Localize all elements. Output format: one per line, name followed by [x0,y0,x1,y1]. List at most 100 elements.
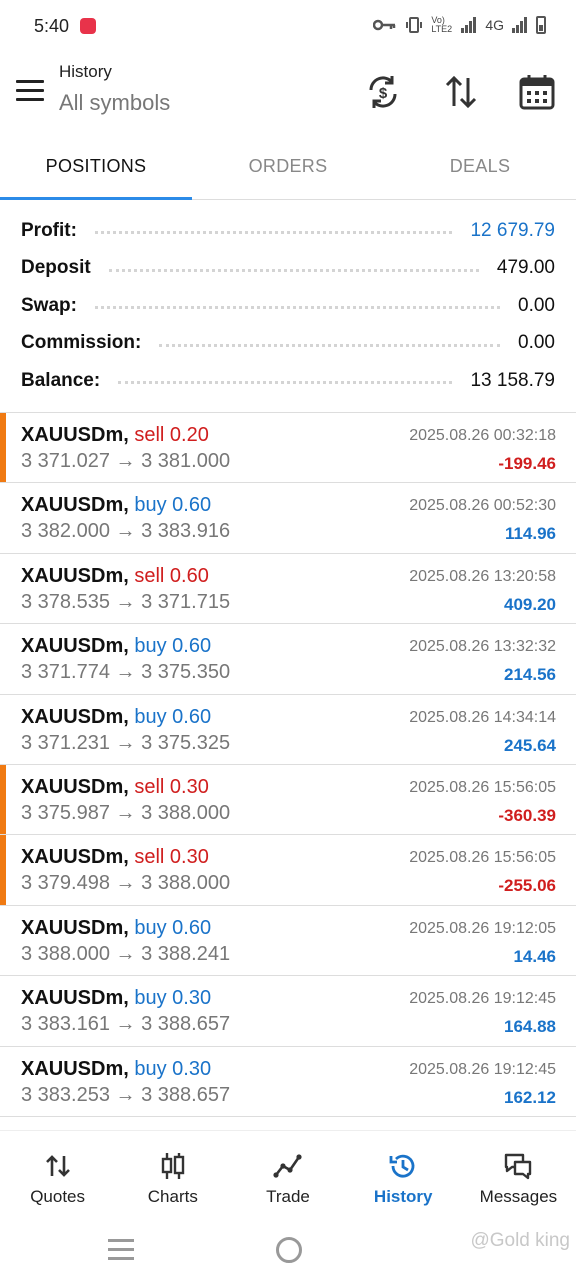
trade-type: sell 0.30 [134,846,209,869]
position-row[interactable]: XAUUSDm, buy 0.30 2025.08.26 19:12:45 3 38… [0,976,576,1047]
trade-profit: 214.56 [504,665,556,685]
vibrate-icon [406,17,423,33]
trade-type: buy 0.60 [134,705,212,728]
symbol-name: XAUUSDm, [21,635,129,658]
sort-icon[interactable] [441,72,481,112]
trade-time: 2025.08.26 19:12:05 [409,919,556,937]
trade-type: buy 0.60 [134,916,212,939]
recent-apps-icon[interactable] [108,1239,134,1261]
candlestick-icon [161,1153,184,1179]
open-close-prices: 3 375.987 → 3 388.000 [21,801,231,824]
symbol-name: XAUUSDm, [21,916,129,939]
symbol-name: XAUUSDm, [21,987,129,1010]
open-close-prices: 3 371.231 → 3 375.325 [21,731,231,754]
swap-value: 0.00 [518,294,555,316]
nav-quotes[interactable]: Quotes [0,1131,115,1220]
nav-history[interactable]: History [346,1131,461,1220]
position-row[interactable]: XAUUSDm, buy 0.60 2025.08.26 00:52:30 3 38… [0,483,576,554]
tab-orders[interactable]: ORDERS [192,140,384,199]
row-symbol: XAUUSDm, sell 0.60 [21,565,209,588]
position-row[interactable]: XAUUSDm, buy 0.30 2025.08.26 19:12:45 3 38… [0,1047,576,1117]
symbol-filter[interactable]: All symbols [59,90,170,116]
nav-messages[interactable]: Messages [461,1131,576,1220]
summary-row-profit: Profit: 12 679.79 [0,212,576,250]
trade-time: 2025.08.26 00:32:18 [409,427,556,444]
open-close-prices: 3 371.027 → 3 381.000 [21,450,231,472]
summary-row-balance: Balance: 13 158.79 [0,362,576,400]
open-close-prices: 3 382.000 → 3 383.916 [21,520,231,543]
trade-profit: 245.64 [504,735,556,755]
trade-time: 2025.08.26 13:20:58 [409,567,556,585]
summary-row-commission: Commission: 0.00 [0,325,576,363]
home-icon[interactable] [276,1237,302,1263]
app-header: History All symbols $ [0,54,576,130]
position-row[interactable]: XAUUSDm, buy 0.60 2025.08.26 13:32:32 3 37… [0,624,576,695]
status-icons: Vo) LTE2 4G [373,16,546,34]
trade-time: 2025.08.26 13:32:32 [409,638,556,656]
position-row[interactable]: XAUUSDm, sell 0.30 2025.08.26 15:56:05 3 3… [0,764,576,836]
row-symbol: XAUUSDm, sell 0.30 [21,776,209,799]
commission-value: 0.00 [518,332,555,354]
account-summary: Profit: 12 679.79 Deposit 479.00 Swap: 0… [0,212,576,400]
dot-leader [94,231,453,235]
balance-label: Balance: [21,369,101,391]
trade-profit: 162.12 [504,1087,556,1107]
history-clock-icon [389,1154,415,1178]
trade-profit: 164.88 [504,1017,556,1037]
open-close-prices: 3 371.774 → 3 375.350 [21,661,231,684]
row-symbol: XAUUSDm, sell 0.30 [21,846,209,869]
symbol-name: XAUUSDm, [21,564,129,587]
trade-line-icon [273,1154,302,1178]
position-row[interactable]: XAUUSDm, buy 0.60 2025.08.26 14:34:14 3 37… [0,695,576,765]
trade-time: 2025.08.26 00:52:30 [409,497,556,515]
open-close-prices: 3 379.498 → 3 388.000 [21,872,231,895]
trade-time: 2025.08.26 15:56:05 [409,778,556,796]
refresh-currency-icon[interactable]: $ [363,72,403,112]
row-symbol: XAUUSDm, buy 0.30 [21,1058,211,1081]
position-row[interactable]: XAUUSDm, sell 0.20 2025.08.26 00:32:18 3 3… [0,413,576,484]
trade-type: buy 0.30 [134,1057,212,1080]
watermark: @Gold king [470,1230,570,1251]
page-title: History [59,62,112,81]
calendar-icon[interactable] [517,72,557,112]
quotes-arrows-icon [45,1155,70,1177]
nav-trade[interactable]: Trade [230,1131,345,1220]
open-close-prices: 3 383.161 → 3 388.657 [21,1013,231,1036]
swap-label: Swap: [21,294,77,316]
dot-leader [94,306,501,310]
nav-charts-label: Charts [147,1187,198,1206]
row-symbol: XAUUSDm, buy 0.30 [21,987,211,1010]
trade-type: buy 0.60 [134,635,212,658]
profit-value: 12 679.79 [470,219,555,241]
row-symbol: XAUUSDm, sell 0.20 [21,424,209,447]
nav-history-label: History [373,1187,433,1206]
trade-type: sell 0.60 [134,564,209,587]
open-close-prices: 3 378.535 → 3 371.715 [21,590,231,613]
row-symbol: XAUUSDm, buy 0.60 [21,706,211,729]
dot-leader [159,343,501,347]
symbol-name: XAUUSDm, [21,775,129,798]
nav-trade-label: Trade [266,1187,310,1206]
battery-icon [536,16,546,34]
svg-text:$: $ [379,85,388,102]
nav-charts[interactable]: Charts [115,1131,230,1220]
trade-profit: -199.46 [498,454,556,473]
position-row[interactable]: XAUUSDm, sell 0.60 2025.08.26 13:20:58 3 3… [0,554,576,625]
chat-bubbles-icon [505,1153,532,1180]
trade-profit: 409.20 [504,594,556,614]
network-text: Vo) LTE2 [431,15,453,34]
history-tabs: POSITIONS ORDERS DEALS [0,140,576,200]
trade-profit: -360.39 [498,805,556,825]
tab-positions[interactable]: POSITIONS [0,140,192,200]
deposit-label: Deposit [21,257,91,279]
trade-time: 2025.08.26 15:56:05 [409,849,556,867]
position-row[interactable]: XAUUSDm, buy 0.60 2025.08.26 19:12:05 3 38… [0,906,576,977]
network-type: 4G [485,17,504,33]
signal-2-icon [512,17,528,33]
tab-deals[interactable]: DEALS [384,140,576,199]
symbol-name: XAUUSDm, [21,705,129,728]
menu-icon[interactable] [16,80,44,102]
position-row[interactable]: XAUUSDm, sell 0.30 2025.08.26 15:56:05 3 3… [0,835,576,906]
symbol-name: XAUUSDm, [21,846,129,869]
trade-type: sell 0.20 [134,424,209,446]
